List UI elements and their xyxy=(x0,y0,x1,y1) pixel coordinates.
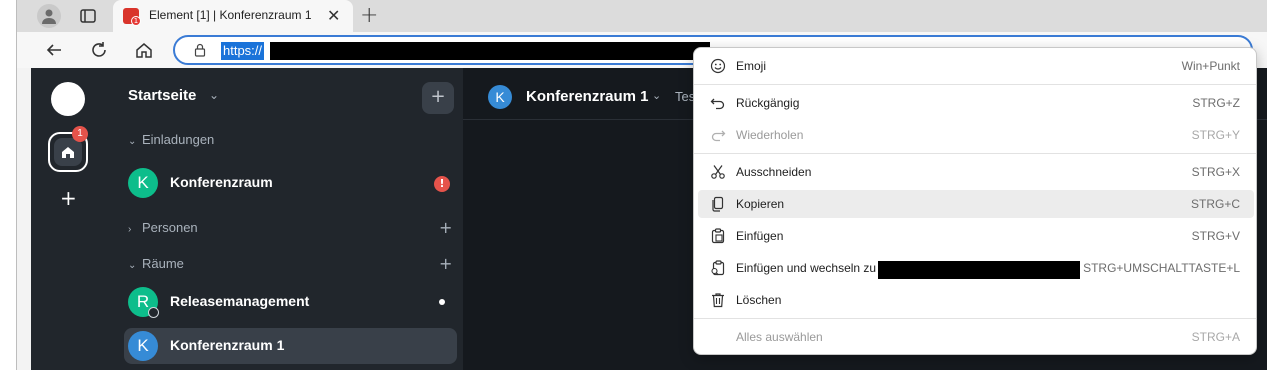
chevron-down-icon: ⌄ xyxy=(128,136,137,147)
home-notification-badge: 1 xyxy=(72,126,88,142)
add-room-icon[interactable]: + xyxy=(439,254,452,273)
room-header-avatar[interactable]: K xyxy=(488,85,512,109)
profile-icon xyxy=(42,9,56,24)
create-space-icon[interactable]: + xyxy=(60,186,77,210)
menu-item-select-all: Alles auswählen STRG+A xyxy=(736,330,1240,344)
room-name: Konferenzraum xyxy=(170,174,273,190)
menu-item-copy[interactable]: Kopieren STRG+C xyxy=(698,190,1254,218)
profile-button[interactable] xyxy=(37,4,61,28)
section-people[interactable]: › Personen xyxy=(128,220,198,235)
menu-item-redo: Wiederholen STRG+Y xyxy=(698,121,1254,149)
chevron-down-icon: ⌄ xyxy=(128,260,137,271)
menu-item-cut[interactable]: Ausschneiden STRG+X xyxy=(698,158,1254,186)
room-avatar: K xyxy=(128,331,158,361)
favicon-badge: 1 xyxy=(131,16,141,26)
room-list-title[interactable]: Startseite xyxy=(128,87,196,104)
paste-icon xyxy=(710,228,726,244)
room-header-title[interactable]: Konferenzraum 1 xyxy=(526,88,649,105)
room-list: Startseite ⌄ + ⌄ Einladungen K Konferenzr… xyxy=(106,68,463,370)
tab-element[interactable]: 1 Element [1] | Konferenzraum 1 ✕ xyxy=(113,0,353,32)
chevron-down-icon[interactable]: ⌄ xyxy=(209,88,219,102)
emoji-icon xyxy=(710,58,726,74)
redo-icon xyxy=(710,127,726,143)
copy-icon xyxy=(710,196,726,212)
new-tab-icon[interactable]: + xyxy=(360,3,378,28)
context-menu: Emoji Win+Punkt Rückgängig STRG+Z Wieder… xyxy=(693,47,1257,355)
menu-item-delete[interactable]: Löschen xyxy=(698,286,1254,314)
section-rooms[interactable]: ⌄ Räume xyxy=(128,256,184,271)
public-room-icon xyxy=(148,307,159,318)
paste-go-icon xyxy=(710,260,726,276)
menu-item-paste[interactable]: Einfügen STRG+V xyxy=(698,222,1254,250)
add-room-button[interactable]: + xyxy=(422,82,454,114)
menu-divider xyxy=(694,84,1256,85)
tab-actions-icon[interactable] xyxy=(79,7,97,25)
house-icon xyxy=(62,147,74,158)
room-name: Releasemanagement xyxy=(170,293,310,309)
invite-alert-badge: ! xyxy=(434,176,450,192)
menu-divider xyxy=(694,318,1256,319)
back-icon[interactable] xyxy=(43,39,65,61)
chevron-down-icon[interactable]: ⌄ xyxy=(652,89,661,102)
menu-item-undo[interactable]: Rückgängig STRG+Z xyxy=(698,89,1254,117)
cut-icon xyxy=(710,164,726,180)
add-person-icon[interactable]: + xyxy=(439,218,452,237)
tab-title: Element [1] | Konferenzraum 1 xyxy=(149,8,312,22)
undo-icon xyxy=(710,95,726,111)
lock-icon[interactable] xyxy=(193,43,207,57)
chevron-right-icon: › xyxy=(128,224,132,235)
url-redacted xyxy=(270,42,710,60)
home-icon[interactable] xyxy=(133,39,155,61)
reload-icon[interactable] xyxy=(88,39,110,61)
user-avatar[interactable] xyxy=(51,82,85,116)
close-tab-icon[interactable]: ✕ xyxy=(327,6,340,25)
menu-divider xyxy=(694,153,1256,154)
menu-item-paste-and-go[interactable]: Einfügen und wechseln zu STRG+UMSCHALTTA… xyxy=(698,254,1254,282)
menu-item-emoji[interactable]: Emoji Win+Punkt xyxy=(698,52,1254,80)
room-item-konferenzraum-1[interactable]: K Konferenzraum 1 xyxy=(124,328,457,364)
room-item-konferenzraum[interactable]: K Konferenzraum ! xyxy=(124,165,457,201)
desktop-edge xyxy=(0,0,16,370)
room-avatar: K xyxy=(128,168,158,198)
section-invites[interactable]: ⌄ Einladungen xyxy=(128,132,214,147)
tab-strip: 1 Element [1] | Konferenzraum 1 ✕ + xyxy=(17,0,1267,32)
space-panel: 1 + xyxy=(31,68,106,370)
url-text[interactable]: https:// xyxy=(221,42,265,60)
trash-icon xyxy=(710,292,726,308)
room-name: Konferenzraum 1 xyxy=(170,337,285,353)
room-item-releasemanagement[interactable]: R Releasemanagement xyxy=(124,284,457,320)
redacted-url xyxy=(878,261,1080,279)
screen: 1 Element [1] | Konferenzraum 1 ✕ + http… xyxy=(0,0,1267,370)
unread-dot xyxy=(439,299,445,305)
